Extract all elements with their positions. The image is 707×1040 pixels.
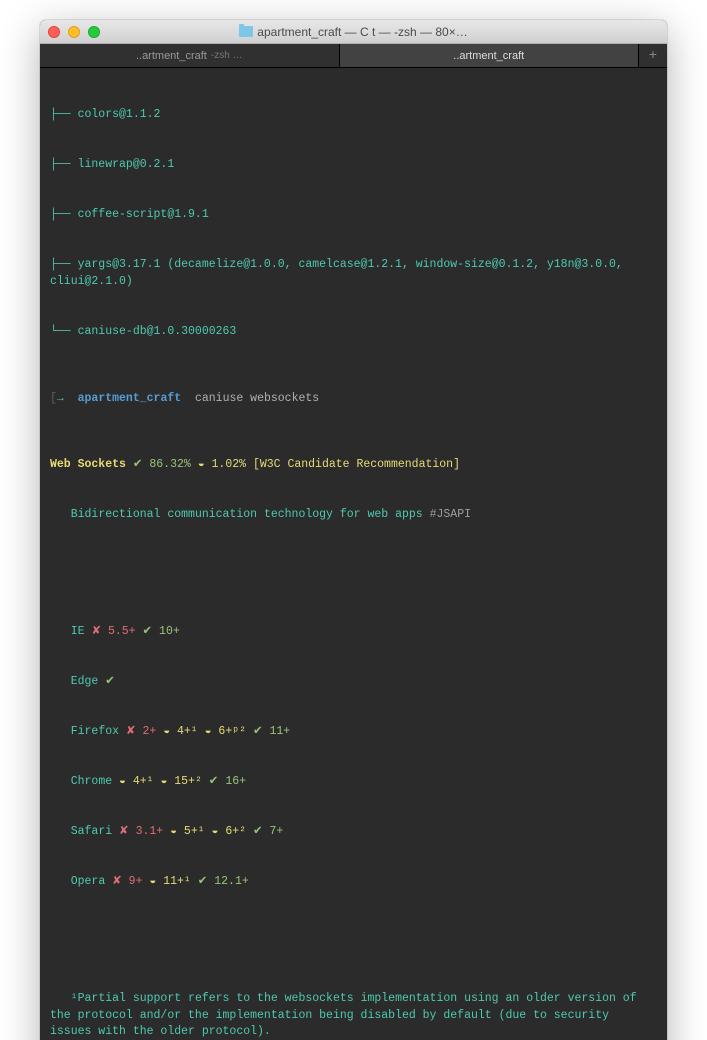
dep-line: ├── colors@1.1.2: [50, 107, 657, 124]
dep-line: └── caniuse-db@1.0.30000263: [50, 324, 657, 341]
window-title: apartment_craft — C t — -zsh — 80×…: [40, 25, 667, 39]
browser-row-opera: Opera ✘ 9+ ◒ 11+¹ ✔ 12.1+: [50, 874, 657, 891]
terminal-window: apartment_craft — C t — -zsh — 80×… ..ar…: [40, 20, 667, 1040]
browser-row-firefox: Firefox ✘ 2+ ◒ 4+¹ ◒ 6+ᵖ² ✔ 11+: [50, 724, 657, 741]
result-header: Web Sockets ✔ 86.32% ◒ 1.02% [W3C Candid…: [50, 457, 657, 474]
window-controls: [48, 26, 100, 38]
command: caniuse websockets: [195, 392, 319, 405]
browser-row-edge: Edge ✔: [50, 674, 657, 691]
tab-2[interactable]: ..artment_craft: [340, 44, 640, 67]
window-title-text: apartment_craft — C t — -zsh — 80×…: [257, 25, 467, 39]
tab-label: ..artment_craft: [453, 50, 524, 62]
cwd: apartment_craft: [78, 392, 182, 405]
footnote-1: ¹Partial support refers to the websocket…: [50, 991, 657, 1040]
dep-line: ├── yargs@3.17.1 (decamelize@1.0.0, came…: [50, 257, 657, 290]
tab-sublabel: -zsh …: [211, 50, 243, 61]
tab-bar: ..artment_craft -zsh … ..artment_craft +: [40, 44, 667, 68]
browser-row-chrome: Chrome ◒ 4+¹ ◒ 15+² ✔ 16+: [50, 774, 657, 791]
close-icon[interactable]: [48, 26, 60, 38]
tab-label: ..artment_craft: [136, 50, 207, 62]
dep-line: ├── linewrap@0.2.1: [50, 157, 657, 174]
new-tab-button[interactable]: +: [639, 44, 667, 67]
tab-1[interactable]: ..artment_craft -zsh …: [40, 44, 340, 67]
dep-line: ├── coffee-script@1.9.1: [50, 207, 657, 224]
folder-icon: [239, 26, 253, 37]
browser-row-safari: Safari ✘ 3.1+ ◒ 5+¹ ◒ 6+² ✔ 7+: [50, 824, 657, 841]
minimize-icon[interactable]: [68, 26, 80, 38]
prompt-line: [→ apartment_craft caniuse websockets: [50, 391, 657, 408]
browser-row-ie: IE ✘ 5.5+ ✔ 10+: [50, 624, 657, 641]
zoom-icon[interactable]: [88, 26, 100, 38]
result-desc: Bidirectional communication technology f…: [50, 507, 657, 524]
titlebar[interactable]: apartment_craft — C t — -zsh — 80×…: [40, 20, 667, 44]
terminal-content[interactable]: ├── colors@1.1.2 ├── linewrap@0.2.1 ├── …: [40, 68, 667, 1040]
